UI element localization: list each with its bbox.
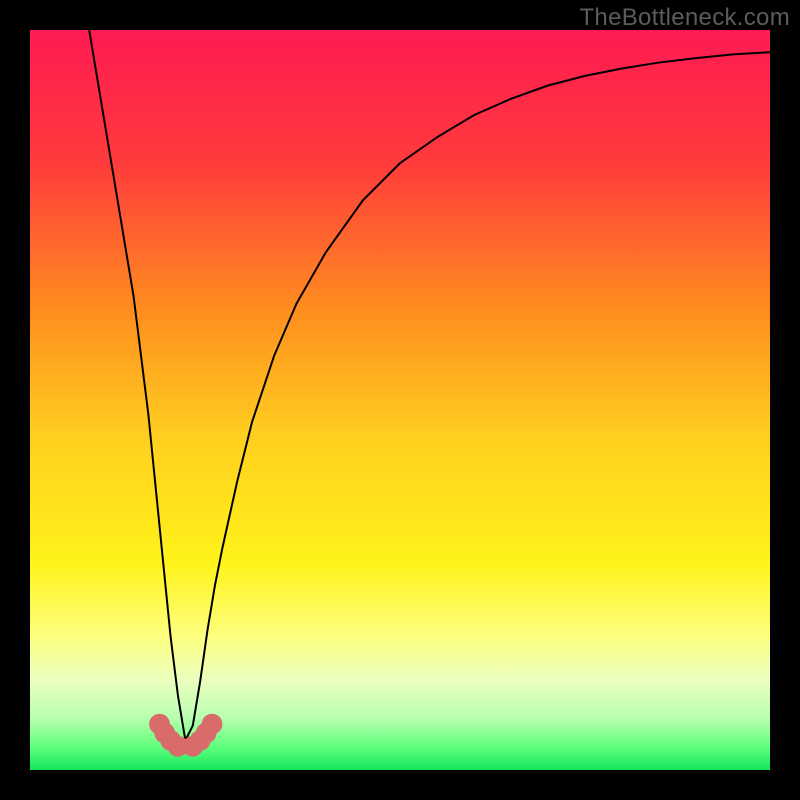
plot-area — [30, 30, 770, 770]
chart-frame: TheBottleneck.com — [0, 0, 800, 800]
chart-svg — [30, 30, 770, 770]
gradient-background — [30, 30, 770, 770]
marker-point — [202, 714, 223, 735]
watermark-text: TheBottleneck.com — [579, 4, 790, 32]
